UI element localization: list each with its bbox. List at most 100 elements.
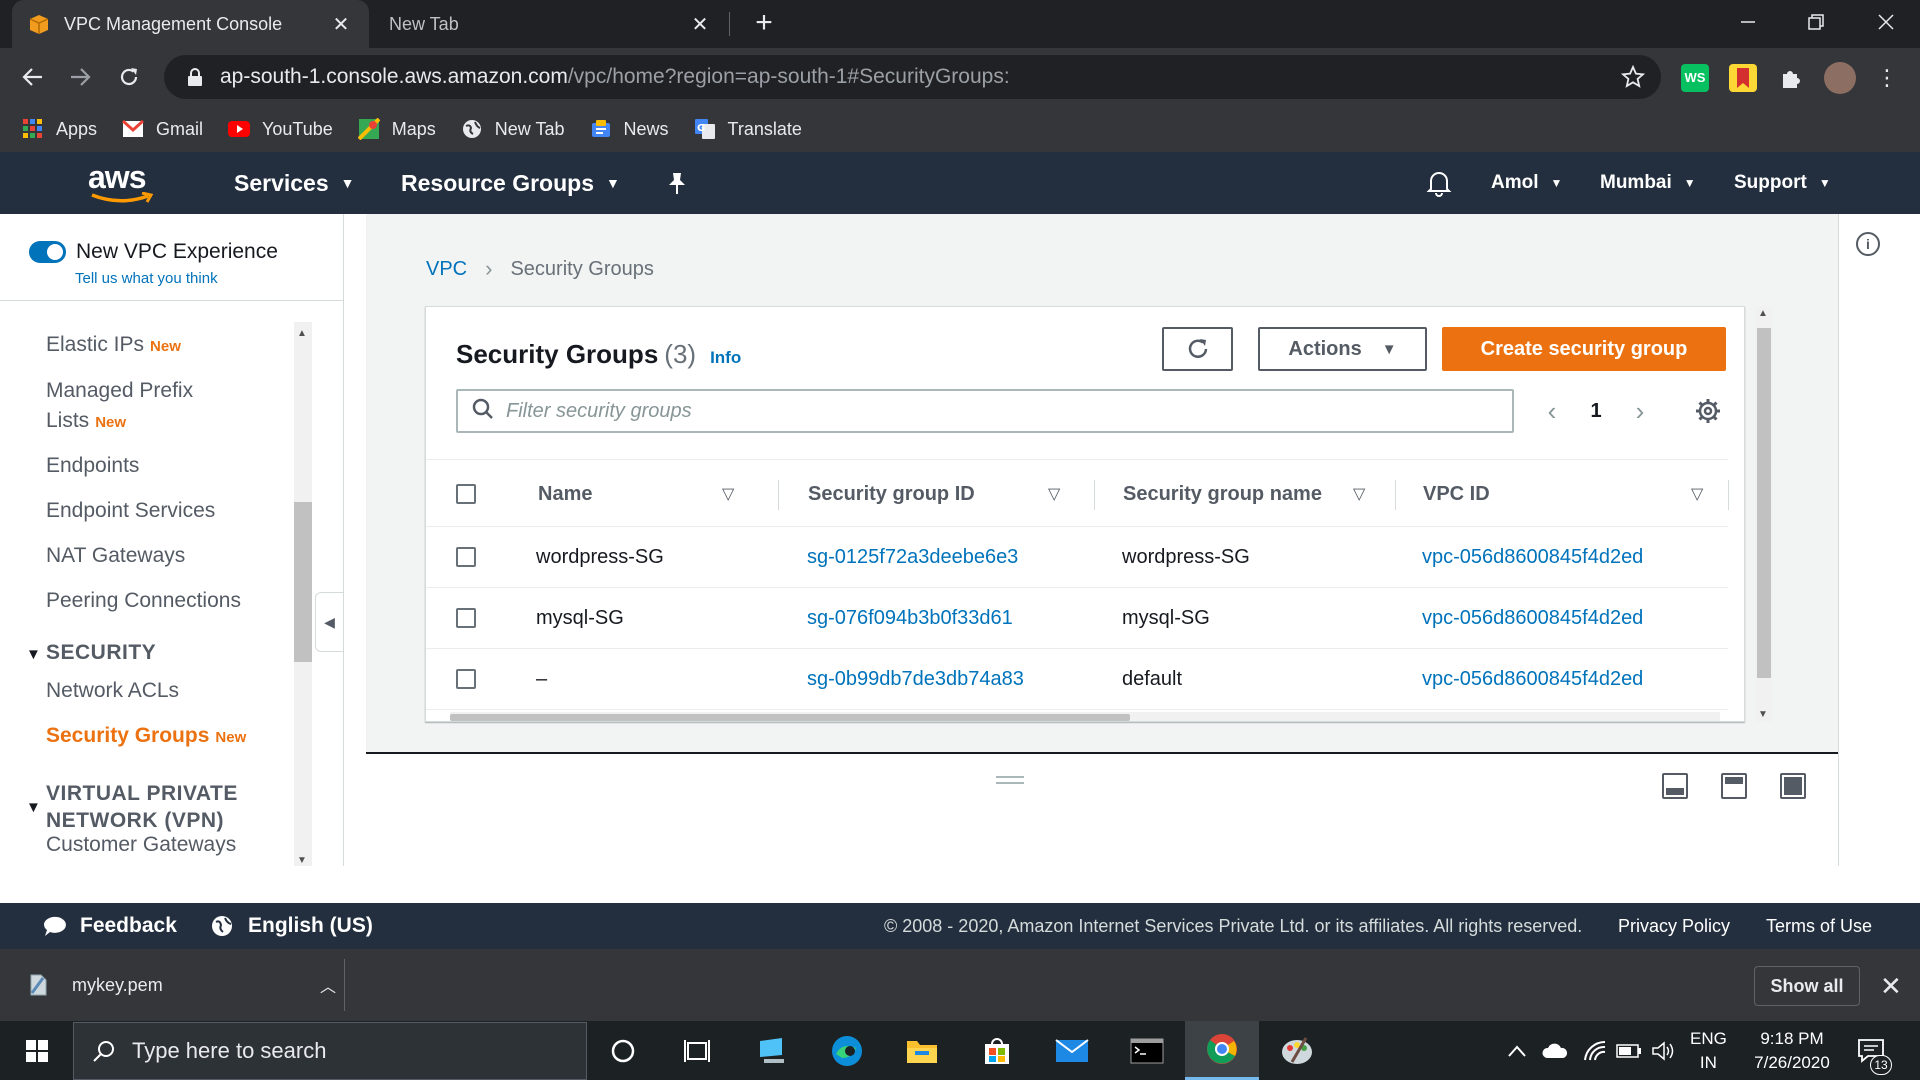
sort-caret-icon[interactable]: ▽ <box>1048 484 1060 504</box>
resource-groups-menu[interactable]: Resource Groups ▼ <box>401 152 620 214</box>
create-security-group-button[interactable]: Create security group <box>1442 327 1726 371</box>
battery-icon[interactable] <box>1616 1021 1642 1080</box>
column-header-sg-id[interactable]: Security group ID ▽ <box>808 460 1060 528</box>
nav-item-endpoints[interactable]: Endpoints <box>46 451 139 481</box>
column-divider[interactable] <box>1094 480 1095 510</box>
sort-caret-icon[interactable]: ▽ <box>1691 484 1703 504</box>
bookmark-youtube[interactable]: YouTube <box>228 118 333 140</box>
bookmark-translate[interactable]: G Translate <box>694 118 802 140</box>
breadcrumb-vpc-link[interactable]: VPC <box>426 258 467 281</box>
privacy-policy-link[interactable]: Privacy Policy <box>1618 903 1730 949</box>
mail-icon[interactable] <box>1035 1021 1109 1080</box>
nav-scrollbar[interactable]: ▲ ▼ <box>294 322 312 866</box>
download-item[interactable]: mykey.pem ︿ <box>28 963 344 1007</box>
bookmark-new-tab[interactable]: New Tab <box>461 118 565 140</box>
bookmark-news[interactable]: News <box>590 118 669 140</box>
column-divider[interactable] <box>1728 480 1729 510</box>
bookmark-extension-icon[interactable] <box>1729 64 1757 92</box>
nav-item-nat-gateways[interactable]: NAT Gateways <box>46 541 185 571</box>
new-vpc-experience-toggle[interactable]: New VPC Experience <box>29 240 278 264</box>
chrome-menu-icon[interactable]: ⋮ <box>1876 64 1898 92</box>
scrollbar-thumb[interactable] <box>1757 328 1771 678</box>
nav-section-vpn[interactable]: ▼VIRTUAL PRIVATE NETWORK (VPN) <box>26 780 238 834</box>
column-header-vpc-id[interactable]: VPC ID ▽ <box>1423 460 1703 528</box>
tab-vpc-console[interactable]: VPC Management Console ✕ <box>12 0 369 48</box>
aws-logo[interactable]: aws <box>88 161 158 206</box>
tab-new-tab[interactable]: New Tab ✕ <box>373 0 728 48</box>
cell-vpc-id-link[interactable]: vpc-056d8600845f4d2ed <box>1422 527 1643 587</box>
ws-extension-icon[interactable]: WS <box>1681 64 1709 92</box>
row-checkbox[interactable] <box>456 608 476 628</box>
current-page[interactable]: 1 <box>1564 400 1628 423</box>
microsoft-store-icon[interactable] <box>960 1021 1034 1080</box>
support-menu[interactable]: Support ▼ <box>1734 152 1831 214</box>
terminal-icon[interactable] <box>1110 1021 1184 1080</box>
account-menu[interactable]: Amol ▼ <box>1491 152 1562 214</box>
onedrive-cloud-icon[interactable] <box>1542 1021 1568 1080</box>
edge-browser-icon[interactable] <box>810 1021 884 1080</box>
chrome-icon[interactable] <box>1185 1021 1259 1080</box>
reload-icon[interactable] <box>109 57 149 97</box>
table-row[interactable]: mysql-SG sg-076f094b3b0f33d61 mysql-SG v… <box>426 588 1728 649</box>
panel-vertical-scrollbar[interactable]: ▲ ▼ <box>1755 306 1773 722</box>
profile-avatar[interactable] <box>1824 62 1856 94</box>
actions-dropdown[interactable]: Actions ▼ <box>1258 327 1427 371</box>
terms-of-use-link[interactable]: Terms of Use <box>1766 903 1872 949</box>
address-bar[interactable]: ap-south-1.console.aws.amazon.com/vpc/ho… <box>164 55 1661 99</box>
nav-item-elastic-ips[interactable]: Elastic IPs New <box>46 330 181 362</box>
notification-center-icon[interactable]: 13 <box>1856 1021 1892 1080</box>
pc-settings-app-icon[interactable] <box>735 1021 809 1080</box>
toggle-switch[interactable] <box>29 241 66 263</box>
chevron-up-icon[interactable]: ︿ <box>320 973 336 997</box>
cell-sg-id-link[interactable]: sg-076f094b3b0f33d61 <box>807 588 1013 648</box>
close-tab-icon[interactable]: ✕ <box>329 12 353 37</box>
nav-section-security[interactable]: ▼ SECURITY <box>26 639 156 668</box>
language-selector[interactable]: English (US) <box>210 903 373 949</box>
select-all-checkbox[interactable] <box>456 484 476 504</box>
column-header-sg-name[interactable]: Security group name ▽ <box>1123 460 1365 528</box>
split-full-icon[interactable] <box>1780 773 1806 799</box>
taskbar-search-box[interactable]: Type here to search <box>73 1022 587 1080</box>
info-link[interactable]: Info <box>710 348 741 367</box>
cortana-circle-icon[interactable] <box>586 1021 660 1080</box>
filter-input[interactable] <box>506 399 1486 423</box>
show-hidden-icons-chevron[interactable] <box>1508 1021 1526 1080</box>
nav-item-security-groups[interactable]: Security Groups New <box>46 721 246 753</box>
bookmark-maps[interactable]: Maps <box>357 118 436 140</box>
scrollbar-thumb[interactable] <box>450 714 1130 721</box>
column-divider[interactable] <box>1395 480 1396 510</box>
show-all-button[interactable]: Show all <box>1754 966 1860 1006</box>
gear-icon[interactable] <box>1694 397 1722 425</box>
services-menu[interactable]: Services ▼ <box>234 152 355 214</box>
language-indicator[interactable]: ENG IN <box>1690 1021 1727 1080</box>
cell-sg-id-link[interactable]: sg-0b99db7de3db74a83 <box>807 649 1024 709</box>
column-divider[interactable] <box>778 480 779 510</box>
table-row[interactable]: – sg-0b99db7de3db74a83 default vpc-056d8… <box>426 649 1728 710</box>
bookmark-apps[interactable]: Apps <box>22 118 97 140</box>
restore-icon[interactable] <box>1788 0 1844 44</box>
close-download-bar-icon[interactable]: ✕ <box>1880 971 1902 1002</box>
scrollbar-thumb[interactable] <box>294 502 312 662</box>
nav-item-customer-gateways[interactable]: Customer Gateways <box>46 830 236 860</box>
info-panel-icon[interactable]: i <box>1856 232 1880 256</box>
row-checkbox[interactable] <box>456 547 476 567</box>
back-arrow-icon[interactable] <box>13 57 53 97</box>
forward-arrow-icon[interactable] <box>60 57 100 97</box>
close-window-icon[interactable] <box>1858 0 1914 44</box>
split-side-icon[interactable] <box>1721 773 1747 799</box>
column-header-name[interactable]: Name ▽ <box>538 460 734 528</box>
windows-start-icon[interactable] <box>0 1021 74 1080</box>
row-checkbox[interactable] <box>456 669 476 689</box>
split-panel-divider[interactable] <box>366 752 1838 754</box>
task-view-icon[interactable] <box>660 1021 734 1080</box>
drag-handle-icon[interactable] <box>996 776 1024 784</box>
prev-page-icon[interactable]: ‹ <box>1540 396 1564 427</box>
cell-vpc-id-link[interactable]: vpc-056d8600845f4d2ed <box>1422 649 1643 709</box>
cell-vpc-id-link[interactable]: vpc-056d8600845f4d2ed <box>1422 588 1643 648</box>
filter-search-box[interactable] <box>456 389 1514 433</box>
scroll-up-icon[interactable]: ▲ <box>1758 308 1768 319</box>
refresh-button[interactable] <box>1162 327 1233 371</box>
nav-item-managed-prefix-lists[interactable]: Managed Prefix Lists New <box>46 376 193 438</box>
split-bottom-icon[interactable] <box>1662 773 1688 799</box>
scroll-down-icon[interactable]: ▼ <box>1758 709 1768 720</box>
